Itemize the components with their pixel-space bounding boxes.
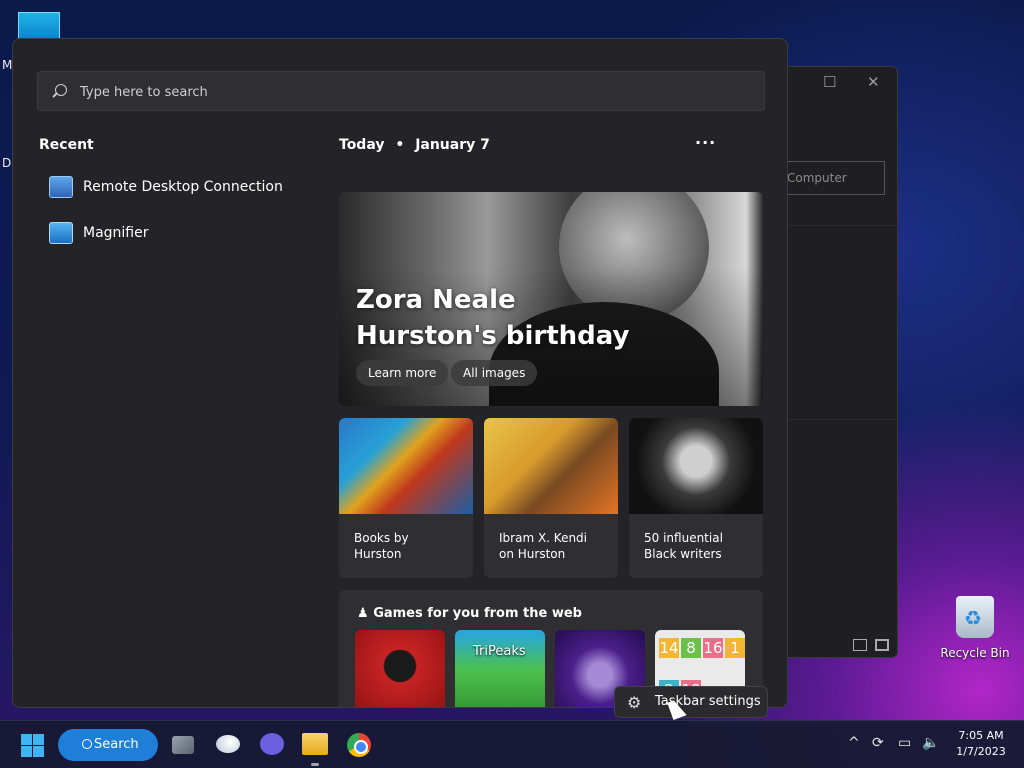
card-image	[629, 418, 763, 514]
today-label: Today	[339, 137, 385, 153]
today-separator: •	[395, 137, 405, 153]
search-icon	[55, 84, 67, 96]
file-explorer-icon[interactable]	[302, 733, 328, 755]
running-indicator	[311, 763, 319, 766]
search-placeholder: Type here to search	[80, 85, 208, 100]
volume-icon[interactable]: 🔈	[922, 735, 939, 751]
recycle-bin-label: Recycle Bin	[940, 646, 1010, 660]
recycle-bin[interactable]: ♻ Recycle Bin	[940, 596, 1010, 660]
app-label: Magnifier	[83, 225, 149, 241]
puzzle-number: 8	[681, 638, 701, 658]
puzzle-number: 1	[725, 638, 745, 658]
game-tile-spider-solitaire[interactable]	[355, 630, 445, 707]
taskbar-search-button[interactable]: Search	[58, 729, 158, 761]
network-icon[interactable]: ▭	[898, 735, 911, 751]
app-label: Remote Desktop Connection	[83, 179, 283, 195]
divider	[787, 225, 899, 226]
gear-icon: ⚙	[627, 693, 642, 712]
card-books-by-hurston[interactable]: Books by Hurston	[339, 418, 473, 578]
search-icon	[82, 739, 92, 749]
card-caption: 50 influential Black writers	[644, 531, 723, 561]
recent-app-remote-desktop[interactable]: Remote Desktop Connection	[49, 172, 283, 202]
desktop-icon-label-fragment: M	[2, 58, 13, 72]
hero-card[interactable]: Zora Neale Hurston's birthday Learn more…	[339, 192, 763, 406]
task-view-icon[interactable]	[172, 736, 194, 754]
widgets-weather-icon[interactable]	[216, 735, 240, 753]
start-panel: Type here to search Recent Remote Deskto…	[12, 38, 788, 708]
game-tile-tripeaks[interactable]: TriPeaks	[455, 630, 545, 707]
close-icon[interactable]: ✕	[867, 73, 880, 91]
system-clock[interactable]: 7:05 AM 1/7/2023	[948, 728, 1014, 760]
taskbar: Search ^ ⟳ ▭ 🔈 7:05 AM 1/7/2023	[0, 720, 1024, 768]
today-heading: Today • January 7	[339, 137, 490, 153]
recycle-bin-icon: ♻	[956, 596, 994, 638]
puzzle-number: 14	[659, 638, 679, 658]
learn-more-button[interactable]: Learn more	[356, 360, 449, 386]
more-options-button[interactable]: ···	[695, 133, 716, 152]
game-title: TriPeaks	[473, 644, 526, 659]
clock-time: 7:05 AM	[958, 729, 1004, 742]
card-caption: Books by Hurston	[354, 531, 409, 561]
maximize-icon[interactable]: ☐	[823, 73, 836, 91]
card-kendi-on-hurston[interactable]: Ibram X. Kendi on Hurston	[484, 418, 618, 578]
show-hidden-icons-chevron[interactable]: ^	[848, 735, 860, 751]
sync-icon[interactable]: ⟳	[872, 735, 884, 751]
card-image	[339, 418, 473, 514]
hero-title: Zora Neale Hurston's birthday	[356, 285, 630, 351]
card-image	[484, 418, 618, 514]
card-caption: Ibram X. Kendi on Hurston	[499, 531, 588, 561]
today-date: January 7	[415, 137, 490, 153]
details-view-icon[interactable]	[853, 639, 867, 651]
background-window[interactable]: ☐ ✕ Computer	[786, 66, 899, 658]
desktop-folder-icon[interactable]	[18, 12, 60, 40]
recent-app-magnifier[interactable]: Magnifier	[49, 218, 149, 248]
card-black-writers[interactable]: 50 influential Black writers	[629, 418, 763, 578]
divider	[787, 419, 899, 420]
chat-icon[interactable]	[260, 733, 284, 755]
chrome-icon[interactable]	[347, 733, 371, 757]
large-icons-view-icon[interactable]	[875, 639, 889, 651]
magnifier-icon	[49, 222, 73, 244]
all-images-button[interactable]: All images	[451, 360, 538, 386]
games-icon: ♟	[357, 606, 374, 621]
recent-heading: Recent	[39, 137, 94, 153]
start-button[interactable]	[20, 731, 48, 759]
clock-date: 1/7/2023	[956, 745, 1006, 758]
desktop-icon-label-fragment: D	[2, 156, 12, 170]
search-box[interactable]: Type here to search	[37, 71, 765, 111]
games-heading: ♟ Games for you from the web	[357, 606, 582, 621]
computer-name-field[interactable]: Computer	[787, 161, 885, 195]
remote-desktop-icon	[49, 176, 73, 198]
search-button-label: Search	[94, 737, 139, 752]
taskbar-context-menu[interactable]: ⚙ Taskbar settings	[614, 686, 768, 718]
puzzle-number: 16	[703, 638, 723, 658]
